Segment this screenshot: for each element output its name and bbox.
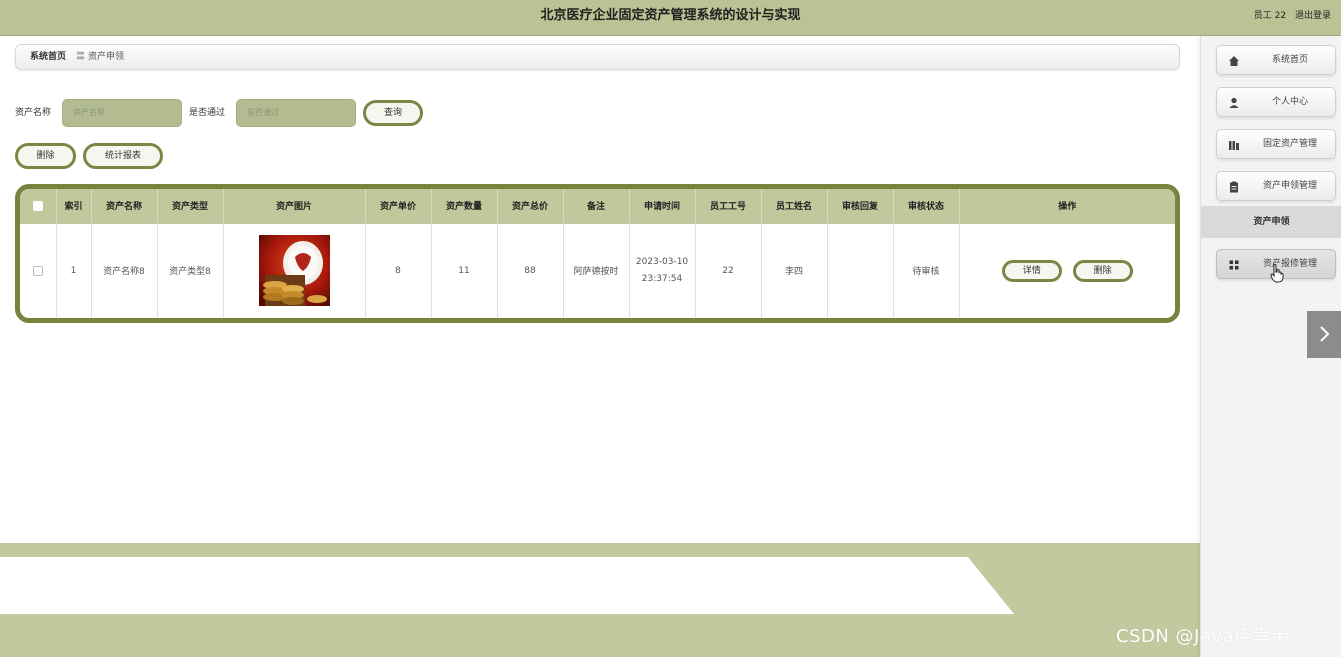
report-button[interactable]: 统计报表 bbox=[83, 143, 163, 169]
footer-band-bottom bbox=[0, 614, 1200, 657]
table-header-row: 索引 资产名称 资产类型 资产图片 资产单价 资产数量 资产总价 备注 申请时间… bbox=[20, 189, 1175, 224]
pass-status-label: 是否通过 bbox=[189, 108, 226, 118]
index-cell: 1 bbox=[56, 223, 92, 318]
breadcrumb-separator: 〓 bbox=[76, 52, 86, 62]
asset-name-cell: 资产名称8 bbox=[91, 223, 158, 318]
select-all-checkbox[interactable] bbox=[32, 200, 43, 211]
sidebar-item-fixed-assets[interactable]: 固定资产管理 bbox=[1216, 129, 1336, 159]
current-user: 员工 22 bbox=[1253, 11, 1287, 21]
detail-button[interactable]: 详情 bbox=[1001, 259, 1062, 282]
clipboard-icon bbox=[1230, 181, 1238, 193]
remark-cell: 阿萨德按时 bbox=[563, 223, 630, 318]
review-status-cell: 待审核 bbox=[893, 223, 960, 318]
total-price-cell: 88 bbox=[497, 223, 564, 318]
header-cell: 申请时间 bbox=[629, 189, 696, 224]
breadcrumb-home[interactable]: 系统首页 bbox=[30, 45, 66, 69]
asset-image-cell bbox=[223, 223, 366, 318]
row-delete-button[interactable]: 删除 bbox=[1072, 259, 1133, 282]
header-cell: 备注 bbox=[563, 189, 630, 224]
row-checkbox[interactable] bbox=[32, 265, 43, 276]
actions-cell: 详情 删除 bbox=[959, 223, 1175, 318]
app-title: 北京医疗企业固定资产管理系统的设计与实现 bbox=[540, 8, 801, 23]
delete-button[interactable]: 删除 bbox=[15, 143, 76, 169]
header-cell: 资产总价 bbox=[497, 189, 564, 224]
review-reply-cell bbox=[827, 223, 894, 318]
hand-cursor-icon bbox=[1270, 263, 1284, 283]
chevron-right-icon bbox=[1320, 326, 1330, 342]
row-select-cell[interactable] bbox=[20, 223, 57, 318]
sidebar-item-label: 系统首页 bbox=[1271, 55, 1308, 65]
header-cell: 员工姓名 bbox=[761, 189, 828, 224]
quantity-cell: 11 bbox=[431, 223, 498, 318]
logout-link[interactable]: 退出登录 bbox=[1295, 11, 1331, 21]
query-button[interactable]: 查询 bbox=[363, 100, 423, 126]
employee-name-cell: 李四 bbox=[761, 223, 828, 318]
header-cell: 资产类型 bbox=[157, 189, 224, 224]
apply-time-cell: 2023-03-10 23:37:54 bbox=[629, 223, 696, 318]
unit-price-cell: 8 bbox=[365, 223, 432, 318]
breadcrumb: 系统首页 〓 资产申领 bbox=[15, 44, 1180, 70]
header-cell: 员工工号 bbox=[695, 189, 762, 224]
sidebar-item-home[interactable]: 系统首页 bbox=[1216, 45, 1336, 75]
sidebar-item-claim-management[interactable]: 资产申领管理 bbox=[1216, 171, 1336, 201]
header-cell: 资产单价 bbox=[365, 189, 432, 224]
header-cell: 资产数量 bbox=[431, 189, 498, 224]
asset-name-input[interactable]: 资产名称 bbox=[62, 99, 182, 127]
watermark: CSDN @Java侥幸弟 bbox=[1116, 626, 1290, 647]
grid-icon bbox=[1229, 260, 1239, 270]
header-cell: 索引 bbox=[56, 189, 92, 224]
asset-type-cell: 资产类型8 bbox=[157, 223, 224, 318]
table-row: 1 资产名称8 资产类型8 8 11 88 阿萨德按时 2023-03-10 2… bbox=[20, 223, 1175, 318]
sidebar-subitem-claim[interactable]: 资产申领 bbox=[1201, 206, 1341, 238]
asset-name-label: 资产名称 bbox=[15, 108, 52, 118]
top-header: 北京医疗企业固定资产管理系统的设计与实现 员工 22 退出登录 bbox=[0, 0, 1341, 36]
main-content: 系统首页 〓 资产申领 资产名称 资产名称 是否通过 是否通过 查询 删除 统计… bbox=[0, 36, 1200, 657]
sidebar-item-label: 个人中心 bbox=[1271, 97, 1308, 107]
home-icon bbox=[1229, 56, 1239, 66]
bar-icon bbox=[1229, 141, 1239, 150]
header-cell: 审核状态 bbox=[893, 189, 960, 224]
header-cell: 资产图片 bbox=[223, 189, 366, 224]
breadcrumb-current: 资产申领 bbox=[88, 52, 125, 62]
employee-no-cell: 22 bbox=[695, 223, 762, 318]
header-cell: 审核回复 bbox=[827, 189, 894, 224]
pass-status-input[interactable]: 是否通过 bbox=[236, 99, 356, 127]
select-all-header[interactable] bbox=[20, 189, 57, 224]
sidebar-item-profile[interactable]: 个人中心 bbox=[1216, 87, 1336, 117]
sidebar-item-label: 固定资产管理 bbox=[1262, 139, 1317, 149]
footer-band-top bbox=[0, 543, 1200, 557]
user-icon bbox=[1229, 97, 1239, 108]
user-area: 员工 22 退出登录 bbox=[1248, 0, 1331, 32]
asset-image bbox=[258, 235, 330, 307]
sidebar-item-label: 资产报修管理 bbox=[1262, 259, 1317, 269]
sidebar-toggle[interactable] bbox=[1307, 311, 1341, 358]
sidebar-item-label: 资产申领管理 bbox=[1262, 181, 1317, 191]
asset-table: 索引 资产名称 资产类型 资产图片 资产单价 资产数量 资产总价 备注 申请时间… bbox=[15, 184, 1180, 323]
header-cell: 操作 bbox=[959, 189, 1175, 224]
header-cell: 资产名称 bbox=[91, 189, 158, 224]
